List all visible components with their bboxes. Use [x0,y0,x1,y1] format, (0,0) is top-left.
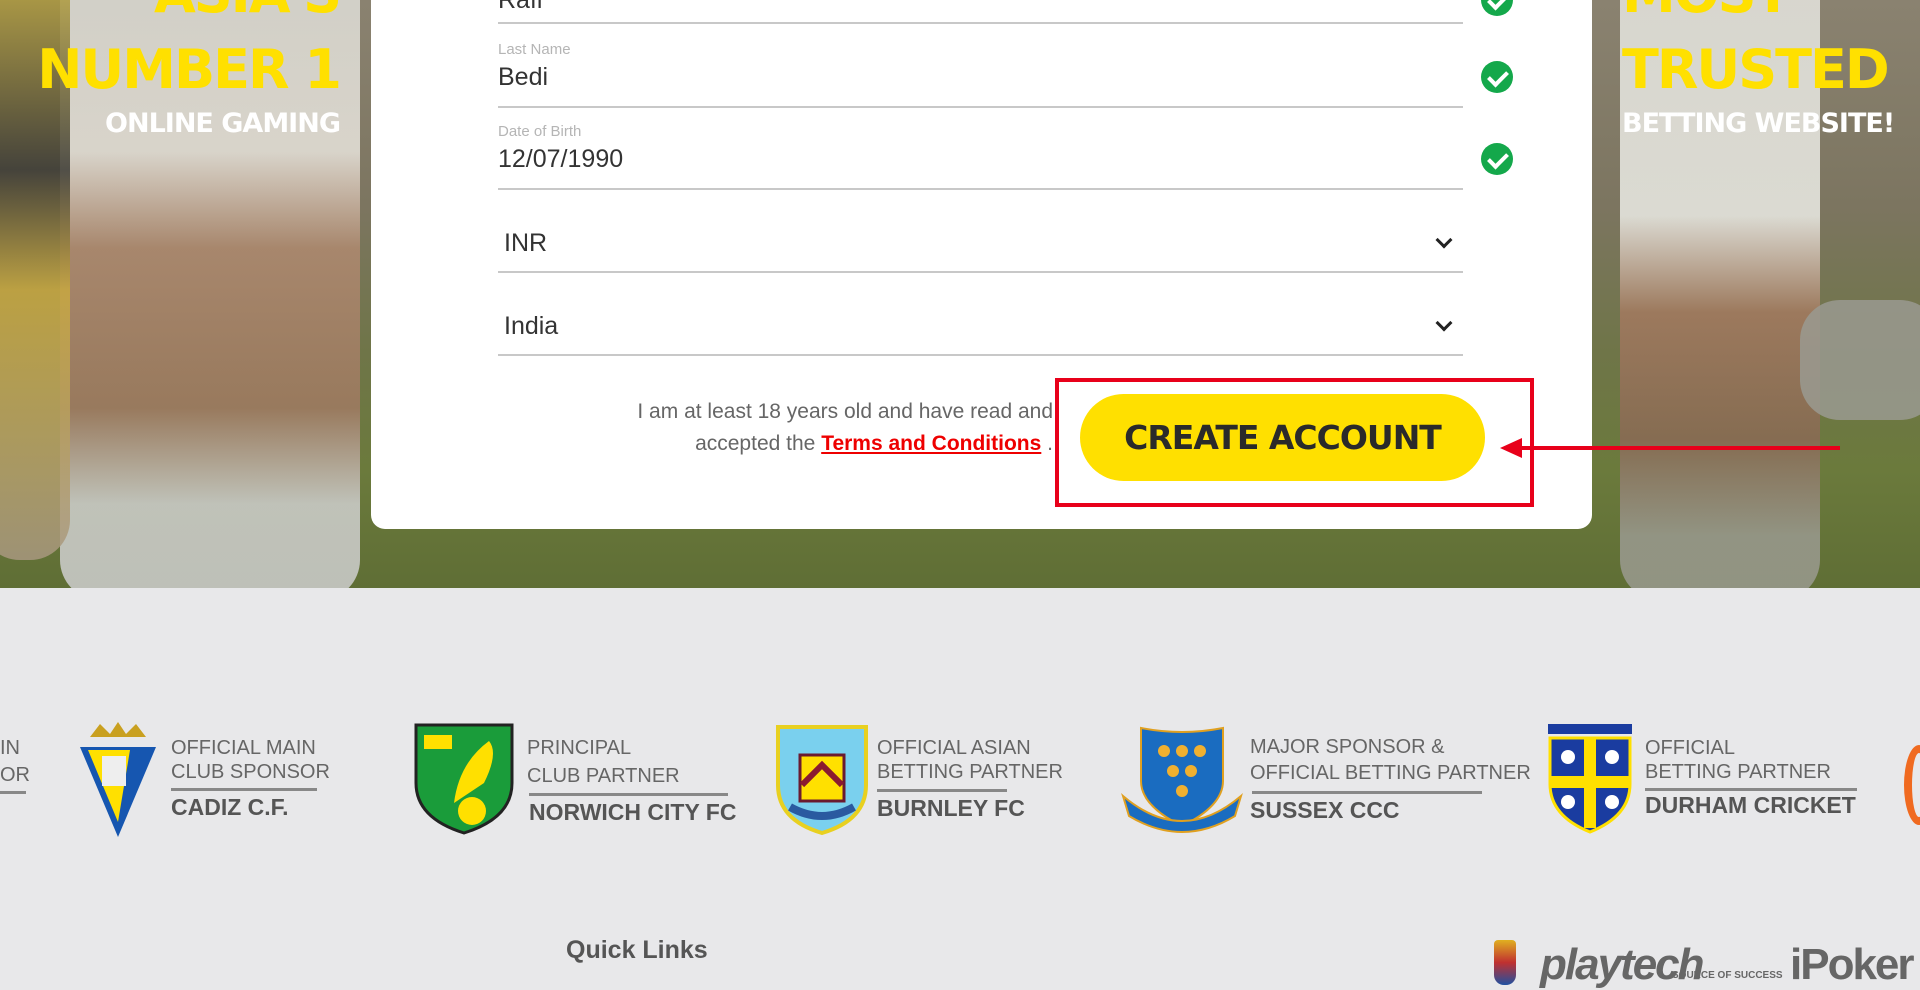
playtech-tagline: SOURCE OF SUCCESS [1672,970,1783,981]
last-name-label: Last Name [498,41,571,58]
playtech-logo: playtech [1540,940,1705,989]
sponsor-line1: OFFICIAL ASIAN [877,737,1031,759]
currency-underline [498,271,1463,273]
terms-line1: I am at least 18 years old and have read… [637,400,1053,423]
sponsor-line1: IN [0,737,20,759]
sponsor-rule [0,791,26,794]
check-icon [1481,143,1513,175]
dob-input[interactable]: 12/07/1990 [498,145,623,174]
terms-end: . [1047,432,1053,455]
sussex-crest-icon [1121,726,1243,833]
sponsor-rule [529,793,728,796]
norwich-crest-icon [414,723,514,835]
sponsor-line2: BETTING PARTNER [877,761,1063,783]
arrow-head-icon [1500,438,1522,458]
dob-underline [498,188,1463,190]
sponsor-name: CADIZ C.F. [171,794,289,820]
highlight-box [1055,378,1534,507]
durham-crest-icon [1548,724,1632,834]
hero-right-line2: TRUSTED [1622,38,1890,101]
dob-label: Date of Birth [498,123,582,140]
hero-left-line1: ASIA'S [154,0,342,25]
ipoker-logo: iPoker [1790,940,1915,989]
sponsor-line2: BETTING PARTNER [1645,761,1831,783]
hero-left-line2: NUMBER 1 [37,38,342,101]
first-name-underline [498,22,1463,24]
country-select[interactable]: India [504,312,558,341]
last-name-input[interactable]: Bedi [498,63,548,92]
sponsor-rule [171,788,317,791]
sponsor-name: DURHAM CRICKET [1645,792,1856,818]
sponsor-rule [1645,788,1857,791]
check-icon [1481,61,1513,93]
sponsor-line2: OR [0,764,30,786]
burnley-crest-icon [776,725,868,835]
sponsor-line1: PRINCIPAL [527,737,632,759]
sponsor-line2: CLUB PARTNER [527,765,680,787]
last-name-underline [498,106,1463,108]
sponsor-name: SUSSEX CCC [1250,797,1400,823]
currency-select[interactable]: INR [504,229,547,258]
sponsor-name: NORWICH CITY FC [529,799,737,825]
hero-left-line3: ONLINE GAMING [105,108,341,139]
terms-text: I am at least 18 years old and have read… [540,396,1053,460]
quick-links-heading: Quick Links [566,936,708,964]
hero-right-line3: BETTING WEBSITE! [1622,108,1895,139]
sponsor-line1: MAJOR SPONSOR & [1250,736,1445,758]
crest-small-icon [1494,940,1516,985]
sponsor-line2: OFFICIAL BETTING PARTNER [1250,762,1531,784]
country-underline [498,354,1463,356]
first-name-input[interactable]: Rafi [498,0,542,15]
terms-link[interactable]: Terms and Conditions [821,432,1041,455]
sponsor-rule [877,789,1007,792]
arrow-annotation [1520,446,1840,450]
cadiz-crest-icon [80,722,156,837]
terms-prefix: accepted the [695,432,816,455]
sponsor-rule [1252,791,1482,794]
player-image-right-2 [1800,300,1920,420]
hero-right-line1: MOST [1622,0,1791,25]
sponsor-line1: OFFICIAL [1645,737,1736,759]
terms-line2: accepted the Terms and Conditions . [540,428,1053,460]
sponsor-name: BURNLEY FC [877,795,1025,821]
sponsor-line2: CLUB SPONSOR [171,761,330,783]
sponsor-line1: OFFICIAL MAIN [171,737,316,759]
sponsor-partial-logo [1904,745,1920,825]
